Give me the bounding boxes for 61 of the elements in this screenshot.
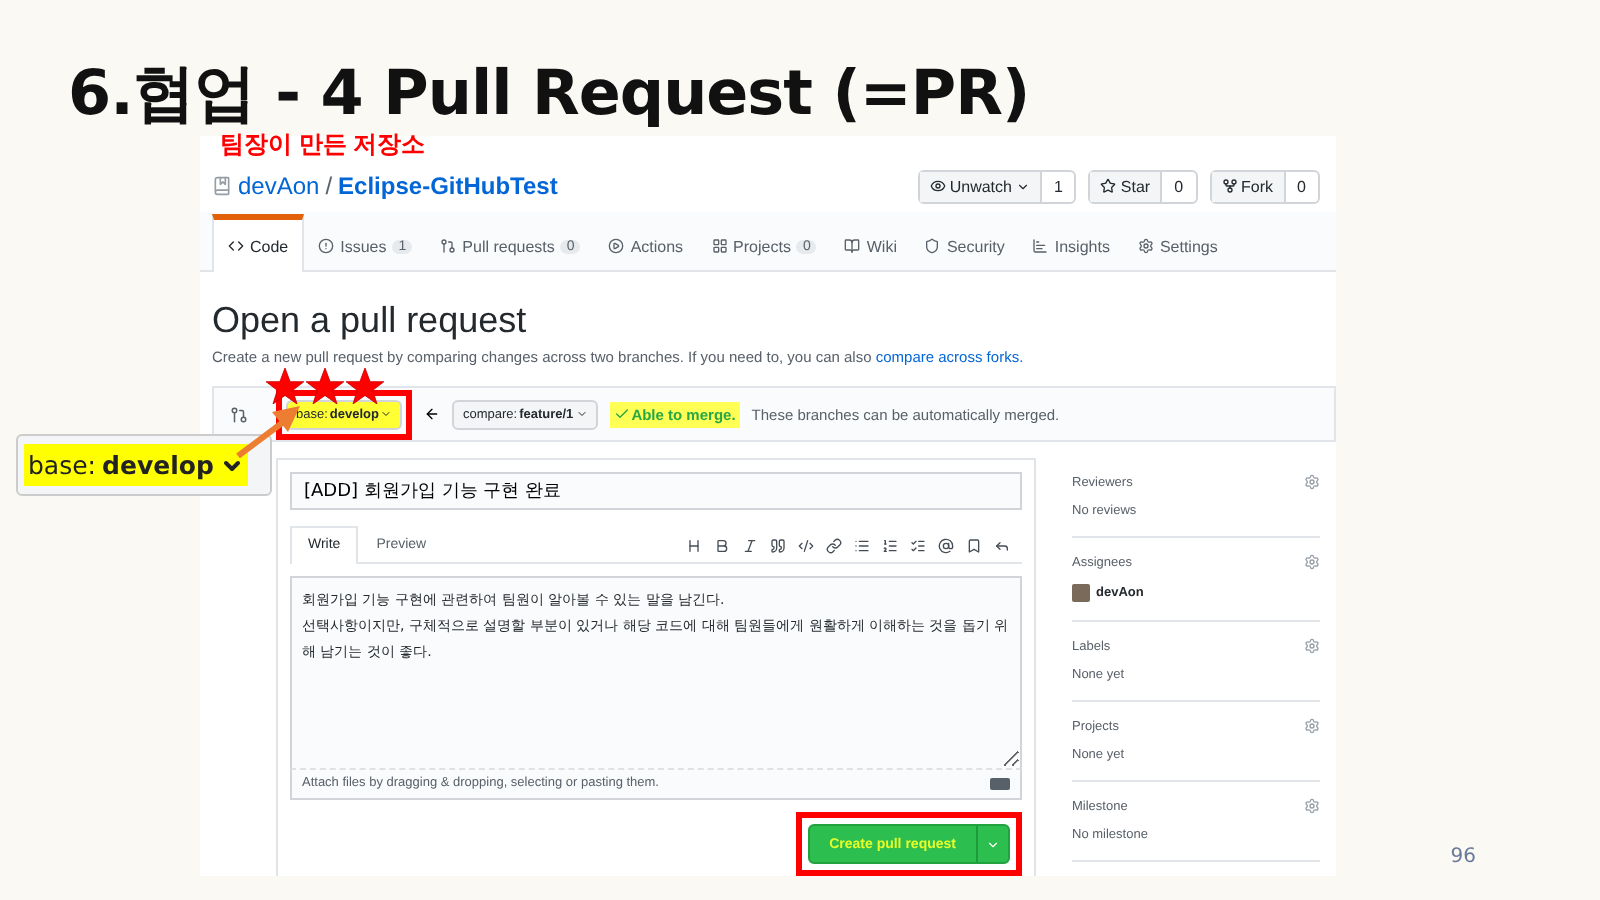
quote-icon[interactable] bbox=[770, 537, 786, 554]
fork-icon bbox=[1221, 178, 1238, 194]
repo-tab[interactable]: Security bbox=[910, 220, 1019, 272]
slide-title: 6.협업 - 4 Pull Request (=PR) bbox=[66, 56, 1032, 133]
mention-icon[interactable] bbox=[938, 537, 954, 554]
task-list-icon[interactable] bbox=[910, 537, 926, 554]
path-separator: / bbox=[325, 172, 333, 200]
fork-button[interactable]: Fork bbox=[1211, 171, 1284, 201]
settings-icon[interactable] bbox=[1304, 554, 1320, 570]
play-icon bbox=[608, 238, 625, 254]
bookmark-icon[interactable] bbox=[966, 537, 982, 554]
compare-icon bbox=[230, 405, 248, 423]
issue-icon bbox=[318, 238, 335, 254]
repo-tab[interactable]: Insights bbox=[1018, 220, 1124, 272]
bullet-list-icon[interactable] bbox=[854, 537, 870, 554]
repo-link[interactable]: Eclipse-GitHubTest bbox=[338, 172, 558, 200]
base-branch-callout[interactable]: base: develop bbox=[16, 434, 272, 496]
repo-tab[interactable]: Wiki bbox=[830, 220, 911, 272]
avatar bbox=[1072, 584, 1090, 602]
page-number: 96 bbox=[1450, 846, 1476, 868]
caret-icon bbox=[986, 837, 1000, 852]
title-field[interactable]: [ADD] 회원가입 기능 구현 완료 bbox=[290, 472, 1022, 511]
caret-icon bbox=[380, 408, 393, 420]
settings-icon[interactable] bbox=[1304, 718, 1320, 734]
link-icon[interactable] bbox=[826, 537, 842, 554]
arrow-icon bbox=[424, 406, 441, 422]
caret-icon bbox=[575, 408, 588, 420]
pull-request-icon bbox=[440, 238, 457, 254]
watch-button[interactable]: Unwatch bbox=[919, 171, 1040, 201]
owner-link[interactable]: devAon bbox=[238, 172, 320, 200]
settings-icon[interactable] bbox=[1304, 474, 1320, 490]
star-button[interactable]: Star bbox=[1090, 171, 1161, 201]
markdown-icon bbox=[990, 777, 1010, 790]
eye-icon bbox=[929, 178, 946, 194]
bar-chart-icon bbox=[1032, 238, 1049, 254]
project-board-icon bbox=[711, 238, 728, 254]
caret-icon bbox=[1015, 179, 1030, 193]
count-badge[interactable]: 0 bbox=[1283, 171, 1318, 201]
shield-icon bbox=[924, 238, 941, 254]
bold-icon[interactable] bbox=[714, 537, 730, 554]
repo-tab[interactable]: Code bbox=[212, 214, 305, 272]
repo-tab[interactable]: Settings bbox=[1123, 220, 1232, 272]
repo-tab[interactable]: Actions bbox=[594, 220, 698, 272]
heading-icon[interactable] bbox=[686, 537, 702, 554]
callout-arrow bbox=[236, 406, 300, 458]
settings-icon[interactable] bbox=[1304, 798, 1320, 814]
star-icon bbox=[1100, 178, 1117, 194]
page-heading: Open a pull request bbox=[212, 300, 529, 342]
settings-icon[interactable] bbox=[1304, 638, 1320, 654]
code-icon[interactable] bbox=[798, 537, 814, 554]
count-badge[interactable]: 0 bbox=[1160, 171, 1196, 201]
italic-icon[interactable] bbox=[742, 537, 758, 554]
book-icon bbox=[844, 238, 861, 254]
numbered-list-icon[interactable] bbox=[882, 537, 898, 554]
check-icon bbox=[613, 406, 630, 422]
code-icon bbox=[228, 238, 244, 254]
settings-icon bbox=[1137, 238, 1154, 254]
reply-icon[interactable] bbox=[994, 537, 1010, 554]
repo-icon bbox=[212, 176, 232, 196]
count-badge[interactable]: 1 bbox=[1039, 171, 1075, 201]
annotation-note: 팀장이 만든 저장소 bbox=[220, 128, 426, 162]
